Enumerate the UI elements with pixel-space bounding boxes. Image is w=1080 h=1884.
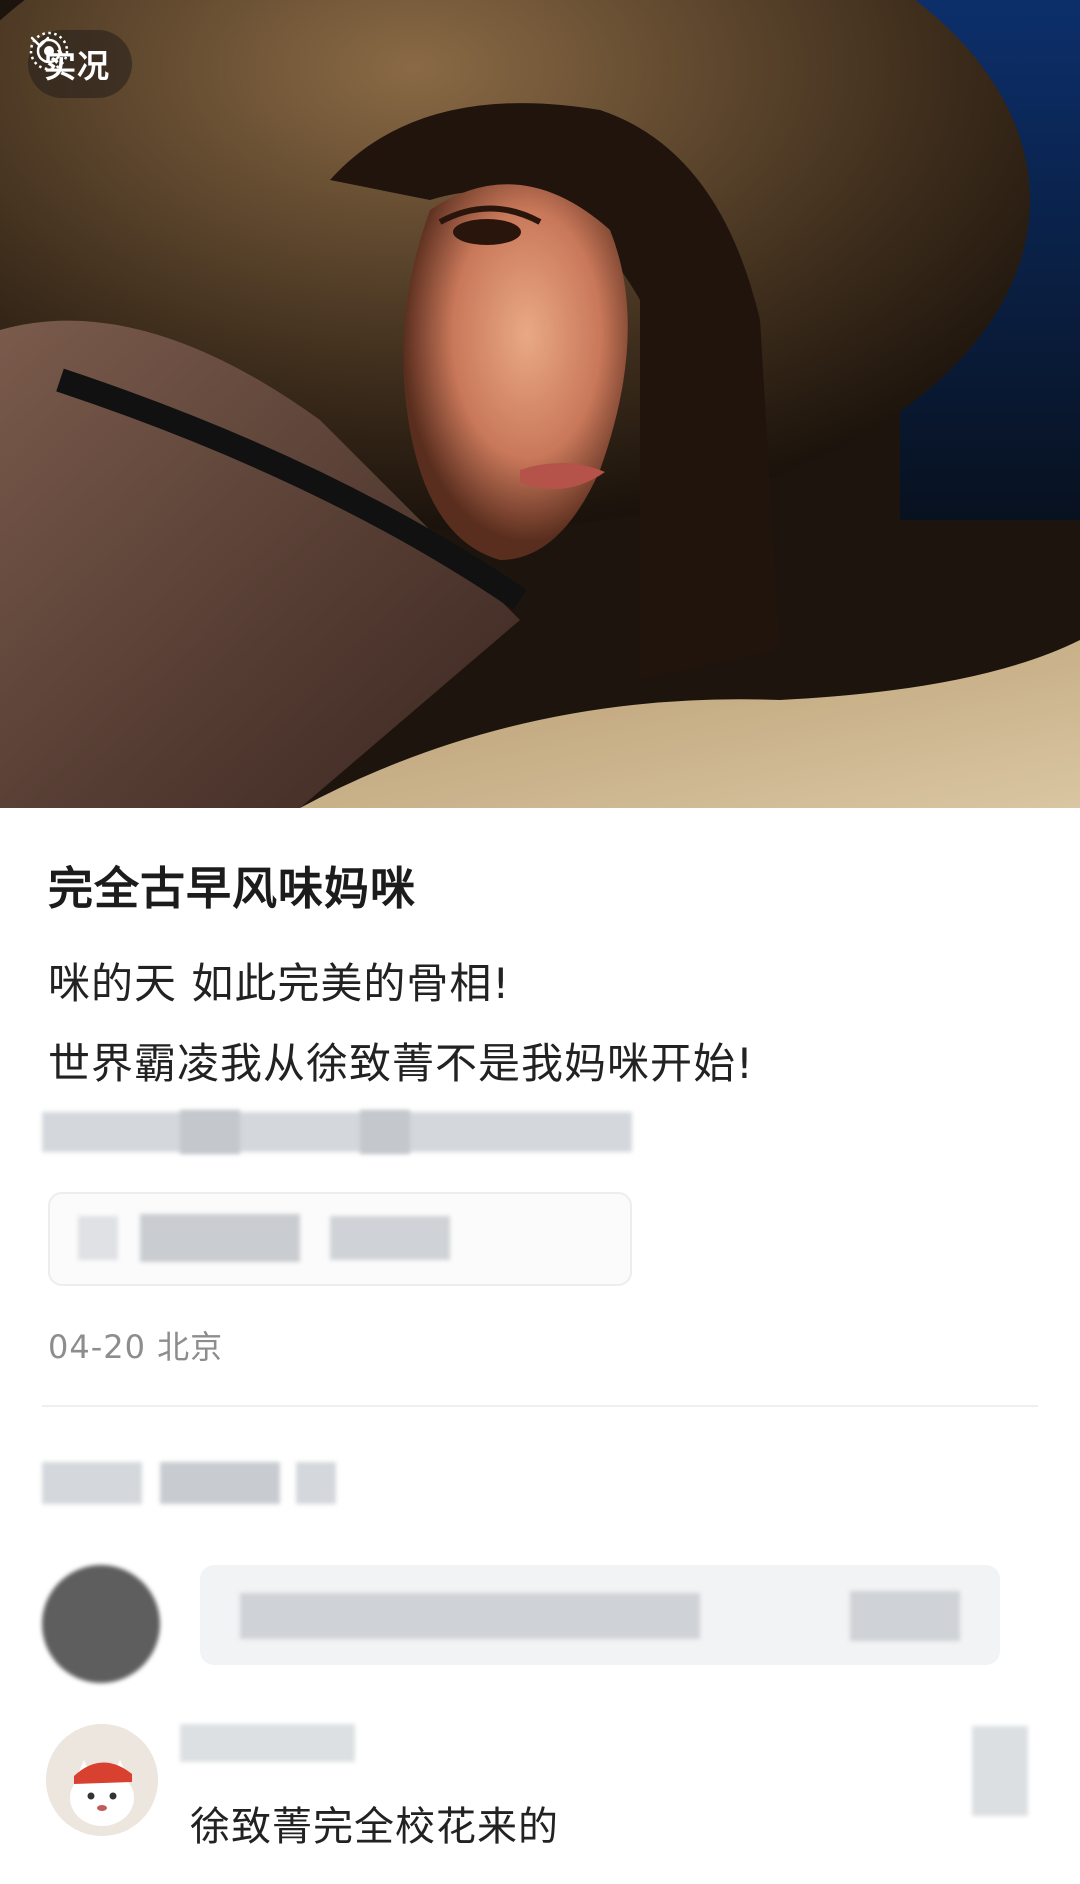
comment-bubble[interactable] [200, 1565, 1000, 1665]
chevron-down-icon [30, 36, 50, 48]
live-photo-badge[interactable]: 实况 [28, 30, 133, 98]
topic-card[interactable] [48, 1192, 632, 1286]
photo-illustration [0, 0, 1080, 808]
avatar[interactable] [46, 1724, 158, 1836]
avatar[interactable] [42, 1565, 160, 1683]
divider [42, 1405, 1038, 1407]
cat-avatar-icon [46, 1724, 158, 1836]
post-body-line: 世界霸凌我从徐致菁不是我妈咪开始! [48, 1039, 754, 1088]
post-date-location: 04-20 北京 [48, 1328, 224, 1366]
comment-text: 徐致菁完全校花来的 [190, 1804, 559, 1850]
post-photo[interactable]: 实况 [0, 0, 1080, 808]
post-body-line: 咪的天 如此完美的骨相! [48, 959, 511, 1008]
post-title: 完全古早风味妈咪 [48, 862, 417, 915]
